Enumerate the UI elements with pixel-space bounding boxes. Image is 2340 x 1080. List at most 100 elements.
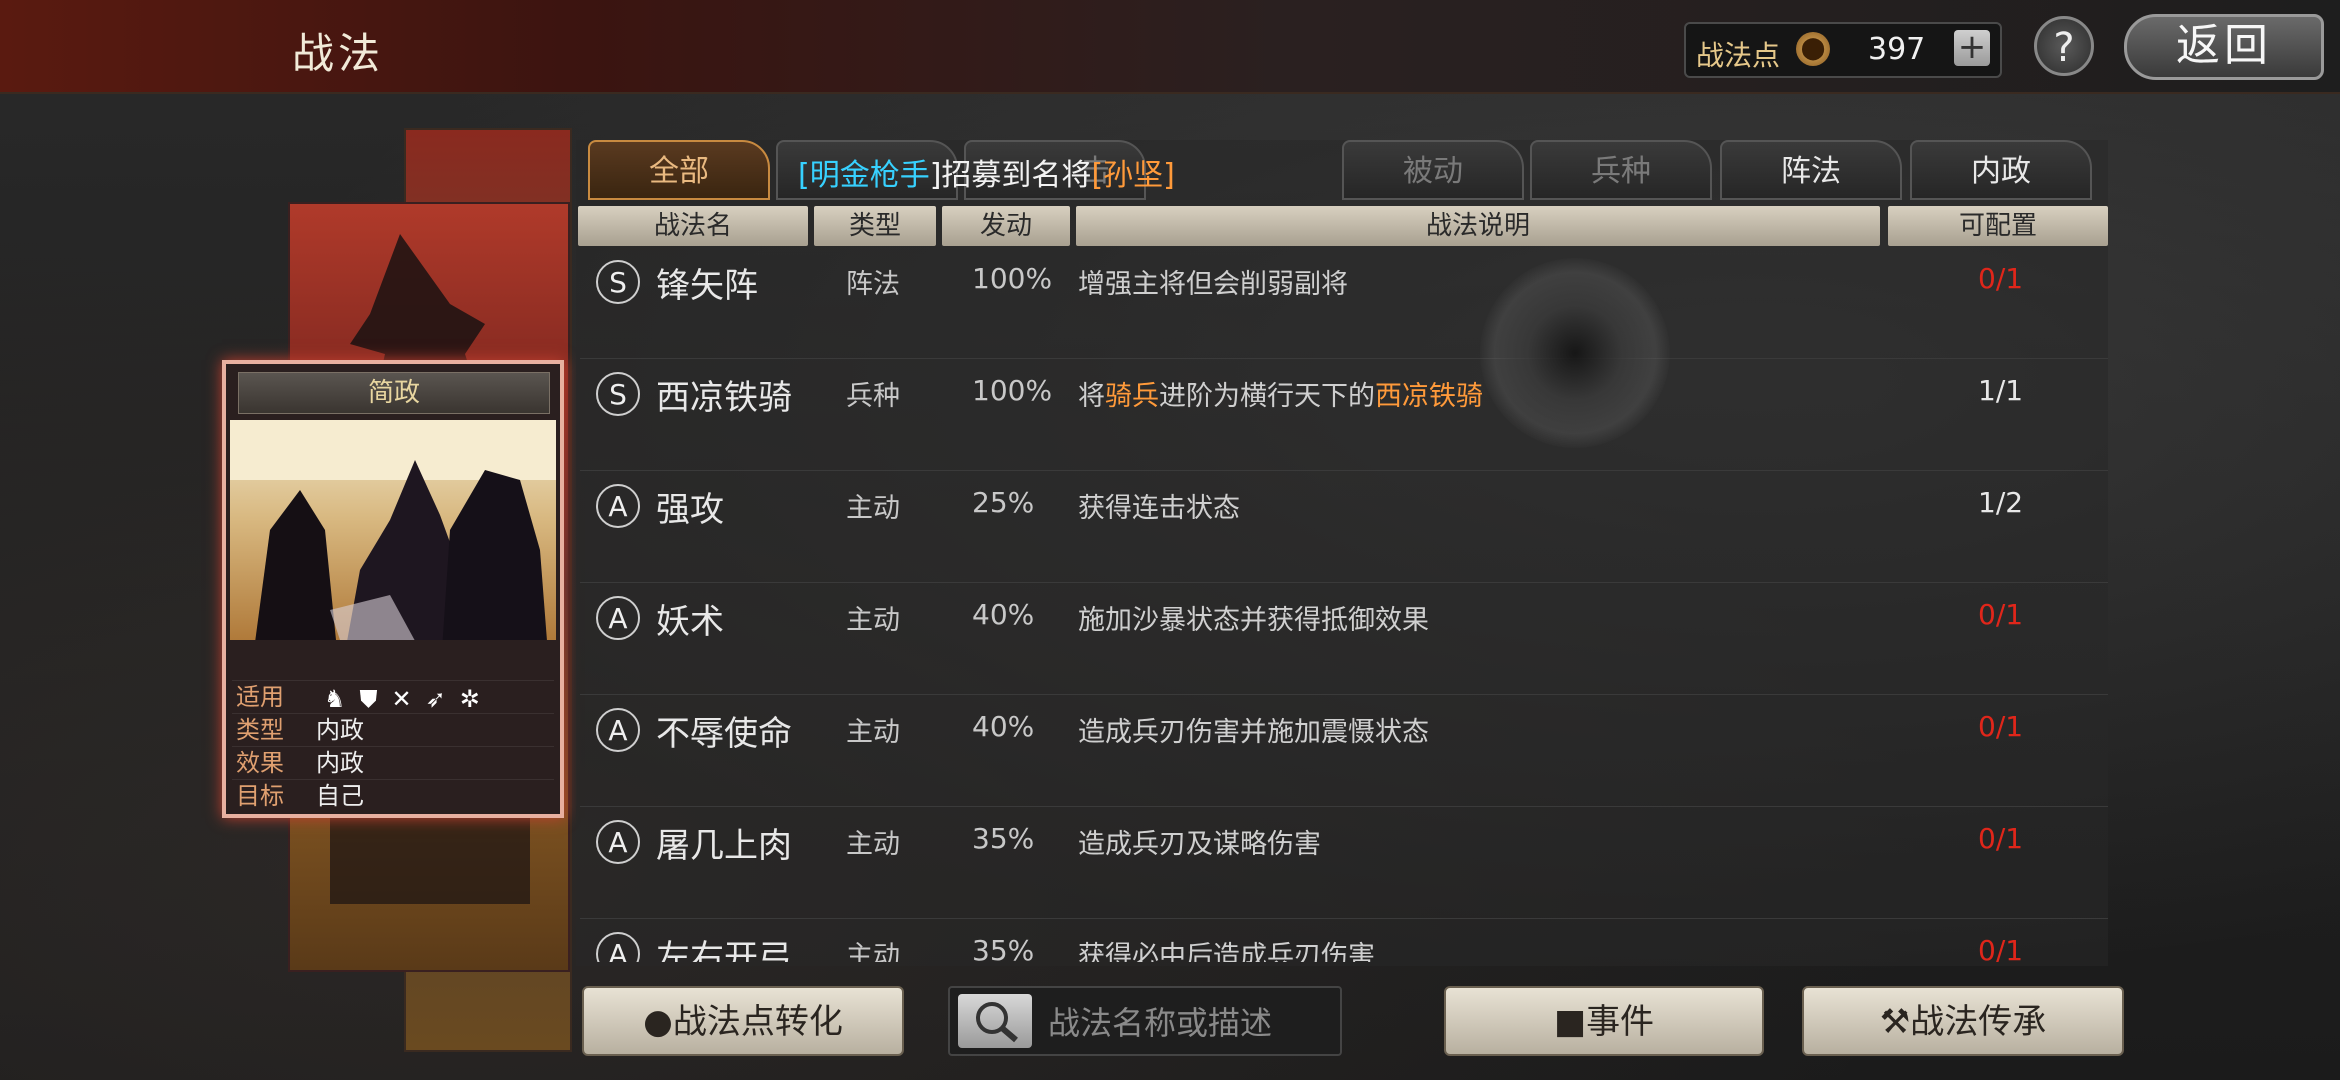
prop-value: 内政	[316, 749, 364, 777]
prop-key: 类型	[236, 716, 284, 744]
tactic-name: 不辱使命	[656, 714, 792, 754]
tab-passive[interactable]: 被动	[1342, 140, 1524, 200]
prop-value: 内政	[316, 716, 364, 744]
inherit-tactic-button[interactable]: ⚒战法传承	[1802, 986, 2124, 1056]
tab-all[interactable]: 全部	[588, 140, 770, 200]
spear-icon: ➶	[425, 685, 460, 713]
desc-highlight: 西凉铁骑	[1375, 381, 1483, 412]
tactic-config: 1/2	[1978, 486, 2024, 519]
column-header-rate[interactable]: 发动	[942, 206, 1070, 246]
tactic-config: 0/1	[1978, 822, 2024, 855]
search-input[interactable]	[1046, 996, 1340, 1050]
tactic-config: 0/1	[1978, 934, 2024, 962]
convert-points-button[interactable]: ●战法点转化	[582, 986, 904, 1056]
top-bar: 战法 战法点 ⬤ 397 + ? 返回	[0, 0, 2340, 94]
event-label: 事件	[1586, 1002, 1655, 1042]
tactic-desc: 施加沙暴状态并获得抵御效果	[1078, 605, 1429, 636]
loading-swirl-icon	[1480, 258, 1670, 448]
tactics-table[interactable]: S 锋矢阵 阵法 100% 增强主将但会削弱副将 0/1 S 西凉铁骑 兵种 1…	[580, 246, 2108, 962]
tactic-points-value: 397	[1868, 32, 1926, 67]
column-header-type[interactable]: 类型	[814, 206, 936, 246]
tab-troop[interactable]: 兵种	[1530, 140, 1712, 200]
tactic-rate: 100%	[972, 262, 1053, 295]
tactic-desc: 增强主将但会削弱副将	[1078, 269, 1348, 300]
table-row[interactable]: A 屠几上肉 主动 35% 造成兵刃及谋略伤害 0/1	[580, 806, 2108, 919]
grade-badge: A	[596, 484, 640, 528]
convert-points-label: 战法点转化	[672, 1002, 843, 1042]
shield-icon: ⛊	[359, 685, 392, 713]
grade-badge: A	[596, 708, 640, 752]
inherit-tactic-label: 战法传承	[1910, 1002, 2047, 1042]
tactic-rate: 40%	[972, 598, 1035, 631]
help-button[interactable]: ?	[2034, 16, 2094, 76]
cavalry-icon: ♞	[324, 685, 360, 713]
tactic-type: 阵法	[846, 269, 900, 300]
column-header-config[interactable]: 可配置	[1888, 206, 2108, 246]
figures-silhouette-icon	[230, 420, 556, 640]
search-icon	[976, 1002, 1018, 1043]
tactic-rate: 25%	[972, 486, 1035, 519]
tactic-desc: 将骑兵进阶为横行天下的西凉铁骑	[1078, 374, 1483, 413]
tactic-name: 强攻	[656, 490, 724, 530]
tactic-desc: 造成兵刃伤害并施加震慑状态	[1078, 717, 1429, 748]
table-row[interactable]: A 强攻 主动 25% 获得连击状态 1/2	[580, 470, 2108, 583]
tactic-points-box: 战法点 ⬤ 397 +	[1684, 22, 2002, 78]
grade-badge: A	[596, 932, 640, 962]
tactic-config: 1/1	[1978, 374, 2024, 407]
tactic-rate: 40%	[972, 710, 1035, 743]
selected-tactic-card[interactable]: 简政 适用 ♞⛊✕➶✲ 类型 内政 效果 内政 目标 自己	[222, 360, 564, 818]
tactic-config: 0/1	[1978, 262, 2024, 295]
event-button[interactable]: ■事件	[1444, 986, 1764, 1056]
column-header-desc: 战法说明	[1076, 206, 1880, 246]
search-button[interactable]	[958, 994, 1032, 1048]
tactic-points-label: 战法点	[1696, 39, 1781, 72]
tactic-name: 左右开弓	[656, 938, 792, 962]
tab-formation[interactable]: 阵法	[1720, 140, 1902, 200]
desc-part: 将	[1078, 381, 1105, 412]
ticker-part: ]招募到名将	[929, 158, 1092, 193]
page-title: 战法	[292, 29, 385, 78]
tactic-rate: 35%	[972, 822, 1035, 855]
prop-key: 适用	[236, 683, 284, 711]
announcement-ticker: [明金枪手]招募到名将[孙坚]	[798, 150, 1175, 194]
tactic-type: 主动	[846, 605, 900, 636]
tactic-type: 主动	[846, 941, 900, 962]
tactic-config: 0/1	[1978, 710, 2024, 743]
grade-badge: A	[596, 596, 640, 640]
card-prop-applicable: 适用 ♞⛊✕➶✲	[232, 680, 554, 713]
card-properties: 适用 ♞⛊✕➶✲ 类型 内政 效果 内政 目标 自己	[232, 680, 554, 812]
search-box[interactable]	[948, 986, 1342, 1056]
wheel-icon: ✲	[459, 685, 494, 713]
tactic-points-icon: ⬤	[1796, 32, 1830, 66]
tactic-type: 主动	[846, 829, 900, 860]
tactic-name: 妖术	[656, 602, 724, 642]
add-points-button[interactable]: +	[1954, 30, 1990, 66]
ticker-part: 金枪手	[839, 158, 930, 193]
card-artwork	[230, 420, 556, 640]
tactic-name: 锋矢阵	[656, 266, 758, 306]
bow-icon: ✕	[391, 685, 426, 713]
unit-type-icons: ♞⛊✕➶✲	[324, 683, 494, 715]
tactic-rate: 100%	[972, 374, 1053, 407]
desc-highlight: 骑兵	[1105, 381, 1159, 412]
table-row[interactable]: S 西凉铁骑 兵种 100% 将骑兵进阶为横行天下的西凉铁骑 1/1	[580, 358, 2108, 471]
tactic-name: 屠几上肉	[656, 826, 792, 866]
table-row[interactable]: A 左右开弓 主动 35% 获得必中后造成兵刃伤害 0/1	[580, 918, 2108, 962]
ticker-part: [孙坚]	[1091, 158, 1175, 193]
table-row[interactable]: A 不辱使命 主动 40% 造成兵刃伤害并施加震慑状态 0/1	[580, 694, 2108, 807]
tab-internal[interactable]: 内政	[1910, 140, 2092, 200]
back-button[interactable]: 返回	[2124, 14, 2324, 80]
table-row[interactable]: S 锋矢阵 阵法 100% 增强主将但会削弱副将 0/1	[580, 246, 2108, 359]
card-prop-type: 类型 内政	[232, 713, 554, 746]
alert-icon: ■	[1553, 1002, 1587, 1042]
prop-key: 效果	[236, 749, 284, 777]
tactic-type: 主动	[846, 493, 900, 524]
table-row[interactable]: A 妖术 主动 40% 施加沙暴状态并获得抵御效果 0/1	[580, 582, 2108, 695]
grade-badge: A	[596, 820, 640, 864]
tactic-desc: 获得必中后造成兵刃伤害	[1078, 941, 1375, 962]
tactic-type: 兵种	[846, 381, 900, 412]
card-title: 简政	[238, 372, 550, 414]
column-header-name[interactable]: 战法名	[578, 206, 808, 246]
tactic-desc: 造成兵刃及谋略伤害	[1078, 829, 1321, 860]
tactic-desc: 获得连击状态	[1078, 493, 1240, 524]
